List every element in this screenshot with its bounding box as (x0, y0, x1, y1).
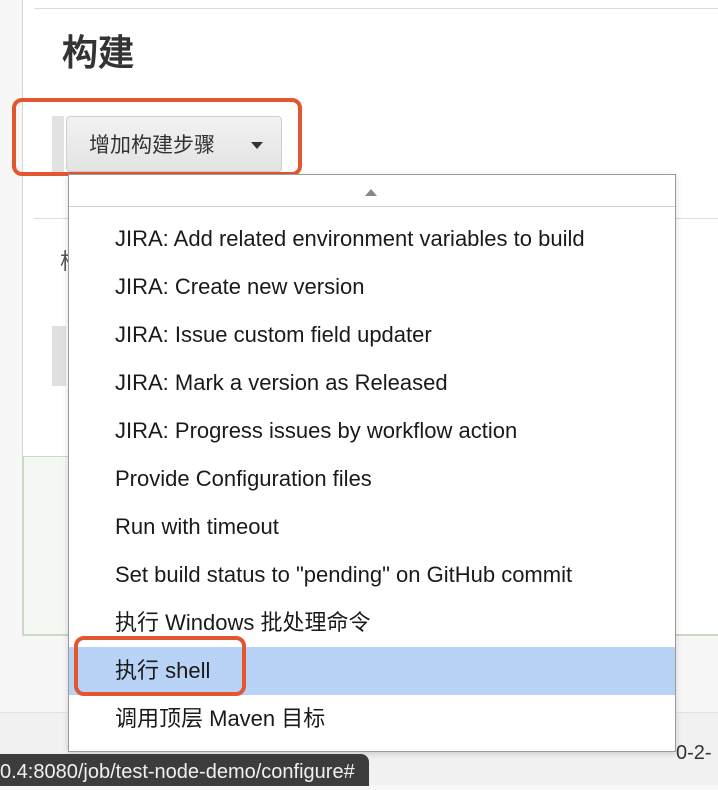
footer-text: 0-2- (676, 742, 712, 764)
status-bar-url: 0.4:8080/job/test-node-demo/configure# (0, 754, 369, 786)
section-title: 构建 (62, 33, 135, 74)
divider (34, 8, 718, 9)
menu-item-jira-create-version[interactable]: JIRA: Create new version (69, 263, 675, 311)
menu-item-jira-add-env-vars[interactable]: JIRA: Add related environment variables … (69, 215, 675, 263)
menu-item-run-with-timeout[interactable]: Run with timeout (69, 503, 675, 551)
annotation-highlight-shell (74, 636, 246, 696)
section-bar (52, 326, 66, 386)
menu-item-jira-custom-field-updater[interactable]: JIRA: Issue custom field updater (69, 311, 675, 359)
menu-item-set-build-status[interactable]: Set build status to "pending" on GitHub … (69, 551, 675, 599)
menu-item-jira-progress-issues[interactable]: JIRA: Progress issues by workflow action (69, 407, 675, 455)
menu-item-invoke-maven[interactable]: 调用顶层 Maven 目标 (69, 695, 675, 743)
green-strip (22, 456, 70, 634)
chevron-up-icon (365, 189, 377, 196)
menu-item-jira-mark-released[interactable]: JIRA: Mark a version as Released (69, 359, 675, 407)
dropdown-scroll-up[interactable] (69, 175, 675, 207)
menu-item-provide-config-files[interactable]: Provide Configuration files (69, 455, 675, 503)
annotation-highlight-button (12, 98, 302, 176)
